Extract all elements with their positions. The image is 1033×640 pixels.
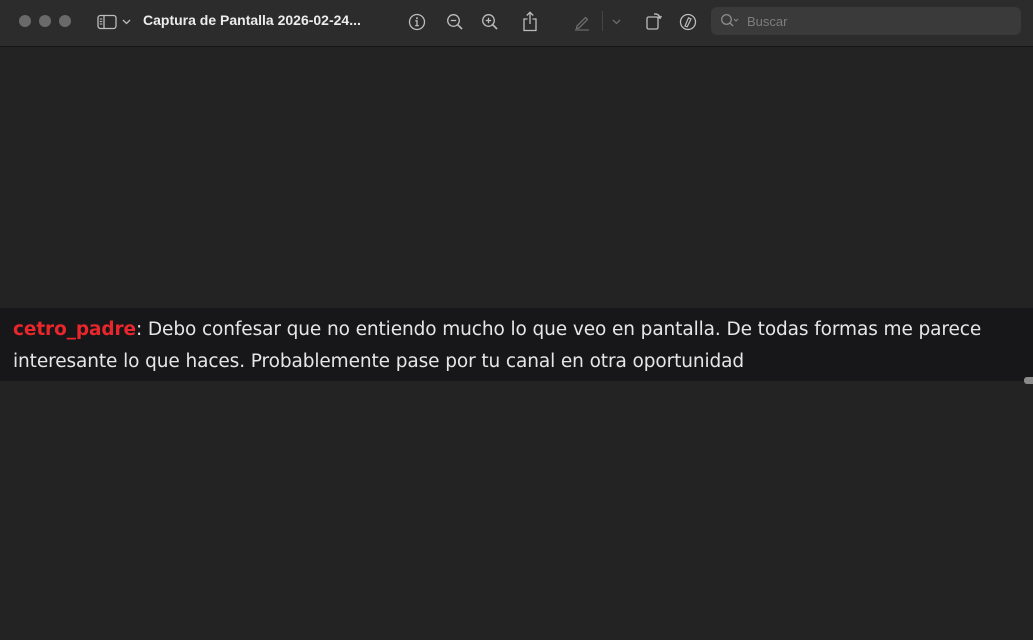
maximize-window-button[interactable] xyxy=(59,15,71,27)
search-icon xyxy=(720,13,740,29)
info-icon[interactable] xyxy=(406,11,428,33)
document-title: Captura de Pantalla 2026-02-24... xyxy=(143,12,361,28)
search-field[interactable] xyxy=(711,7,1021,35)
preview-window: Captura de Pantalla 2026-02-24... Buscar… xyxy=(0,0,1033,640)
minimize-window-button[interactable] xyxy=(39,15,51,27)
search-input[interactable] xyxy=(747,7,1007,35)
image-viewer-canvas: cetro_padre: Debo confesar que no entien… xyxy=(0,47,1033,640)
chevron-down-icon[interactable] xyxy=(120,16,132,28)
share-icon[interactable] xyxy=(519,9,541,33)
scrollbar-thumb[interactable] xyxy=(1024,377,1033,384)
markup-icon[interactable] xyxy=(677,11,699,33)
chat-username: cetro_padre xyxy=(13,319,136,340)
toolbar: Captura de Pantalla 2026-02-24... xyxy=(0,0,1033,47)
toolbar-divider xyxy=(602,11,603,31)
sidebar-icon[interactable] xyxy=(96,13,118,31)
zoom-out-icon[interactable] xyxy=(444,11,466,33)
chat-message: cetro_padre: Debo confesar que no entien… xyxy=(0,308,1033,381)
rotate-icon[interactable] xyxy=(643,10,665,32)
zoom-in-icon[interactable] xyxy=(479,11,501,33)
chevron-down-icon[interactable] xyxy=(610,16,622,28)
close-window-button[interactable] xyxy=(19,15,31,27)
chat-message-text: Debo confesar que no entiendo mucho lo q… xyxy=(13,319,982,372)
highlight-pen-icon[interactable] xyxy=(571,11,593,33)
chat-message-line: cetro_padre: Debo confesar que no entien… xyxy=(13,314,1013,378)
